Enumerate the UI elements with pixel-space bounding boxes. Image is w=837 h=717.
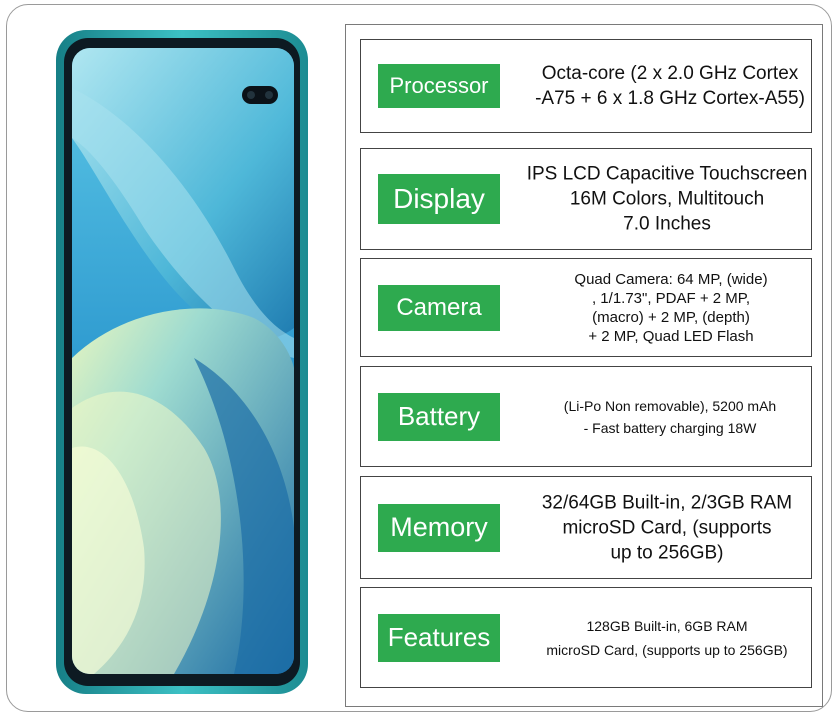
spec-label-camera: Camera <box>378 284 500 331</box>
spec-desc-line: + 2 MP, Quad LED Flash <box>588 327 754 345</box>
spec-desc-line: Octa-core (2 x 2.0 GHz Cortex <box>541 63 799 84</box>
spec-desc-line: (macro) + 2 MP, (depth) <box>592 308 750 326</box>
spec-label-memory: Memory <box>378 503 500 552</box>
spec-desc-line: 16M Colors, Multitouch <box>569 188 765 210</box>
spec-desc-line: , 1/1.73", PDAF + 2 MP, <box>591 289 751 307</box>
spec-desc-line: Quad Camera: 64 MP, (wide) <box>574 270 768 288</box>
spec-panel: Processor Octa-core (2 x 2.0 GHz Cortex … <box>345 24 823 707</box>
spec-row-battery: Battery (Li-Po Non removable), 5200 mAh … <box>360 366 812 467</box>
spec-desc-line: -A75 + 6 x 1.8 GHz Cortex-A55) <box>535 88 805 109</box>
spec-desc-line: microSD Card, (supports up to 256GB) <box>546 641 788 658</box>
phone-screen <box>72 48 294 674</box>
spec-desc-line: up to 256GB) <box>610 542 724 563</box>
spec-desc-battery: (Li-Po Non removable), 5200 mAh - Fast b… <box>527 395 813 439</box>
spec-desc-line: 32/64GB Built-in, 2/3GB RAM <box>541 492 793 513</box>
spec-desc-line: 128GB Built-in, 6GB RAM <box>586 617 748 634</box>
spec-desc-processor: Octa-core (2 x 2.0 GHz Cortex -A75 + 6 x… <box>527 61 813 111</box>
spec-desc-display: IPS LCD Capacitive Touchscreen 16M Color… <box>521 162 813 237</box>
spec-desc-line: IPS LCD Capacitive Touchscreen <box>526 163 808 185</box>
spec-label-display: Display <box>378 174 500 224</box>
spec-label-processor: Processor <box>378 64 500 108</box>
spec-desc-camera: Quad Camera: 64 MP, (wide) , 1/1.73", PD… <box>529 270 813 346</box>
phone-illustration <box>56 30 308 694</box>
spec-label-battery: Battery <box>378 392 500 441</box>
spec-row-features: Features 128GB Built-in, 6GB RAM microSD… <box>360 587 812 688</box>
spec-desc-line: 7.0 Inches <box>623 213 711 235</box>
spec-desc-memory: 32/64GB Built-in, 2/3GB RAM microSD Card… <box>521 490 813 565</box>
spec-desc-line: - Fast battery charging 18W <box>583 419 757 436</box>
spec-desc-line: microSD Card, (supports <box>562 517 772 538</box>
spec-row-memory: Memory 32/64GB Built-in, 2/3GB RAM micro… <box>360 476 812 579</box>
phone-image <box>54 28 312 696</box>
spec-row-processor: Processor Octa-core (2 x 2.0 GHz Cortex … <box>360 39 812 133</box>
spec-row-camera: Camera Quad Camera: 64 MP, (wide) , 1/1.… <box>360 258 812 357</box>
spec-label-features: Features <box>378 613 500 662</box>
spec-desc-line: (Li-Po Non removable), 5200 mAh <box>563 397 777 414</box>
spec-row-display: Display IPS LCD Capacitive Touchscreen 1… <box>360 148 812 250</box>
spec-desc-features: 128GB Built-in, 6GB RAM microSD Card, (s… <box>521 614 813 662</box>
